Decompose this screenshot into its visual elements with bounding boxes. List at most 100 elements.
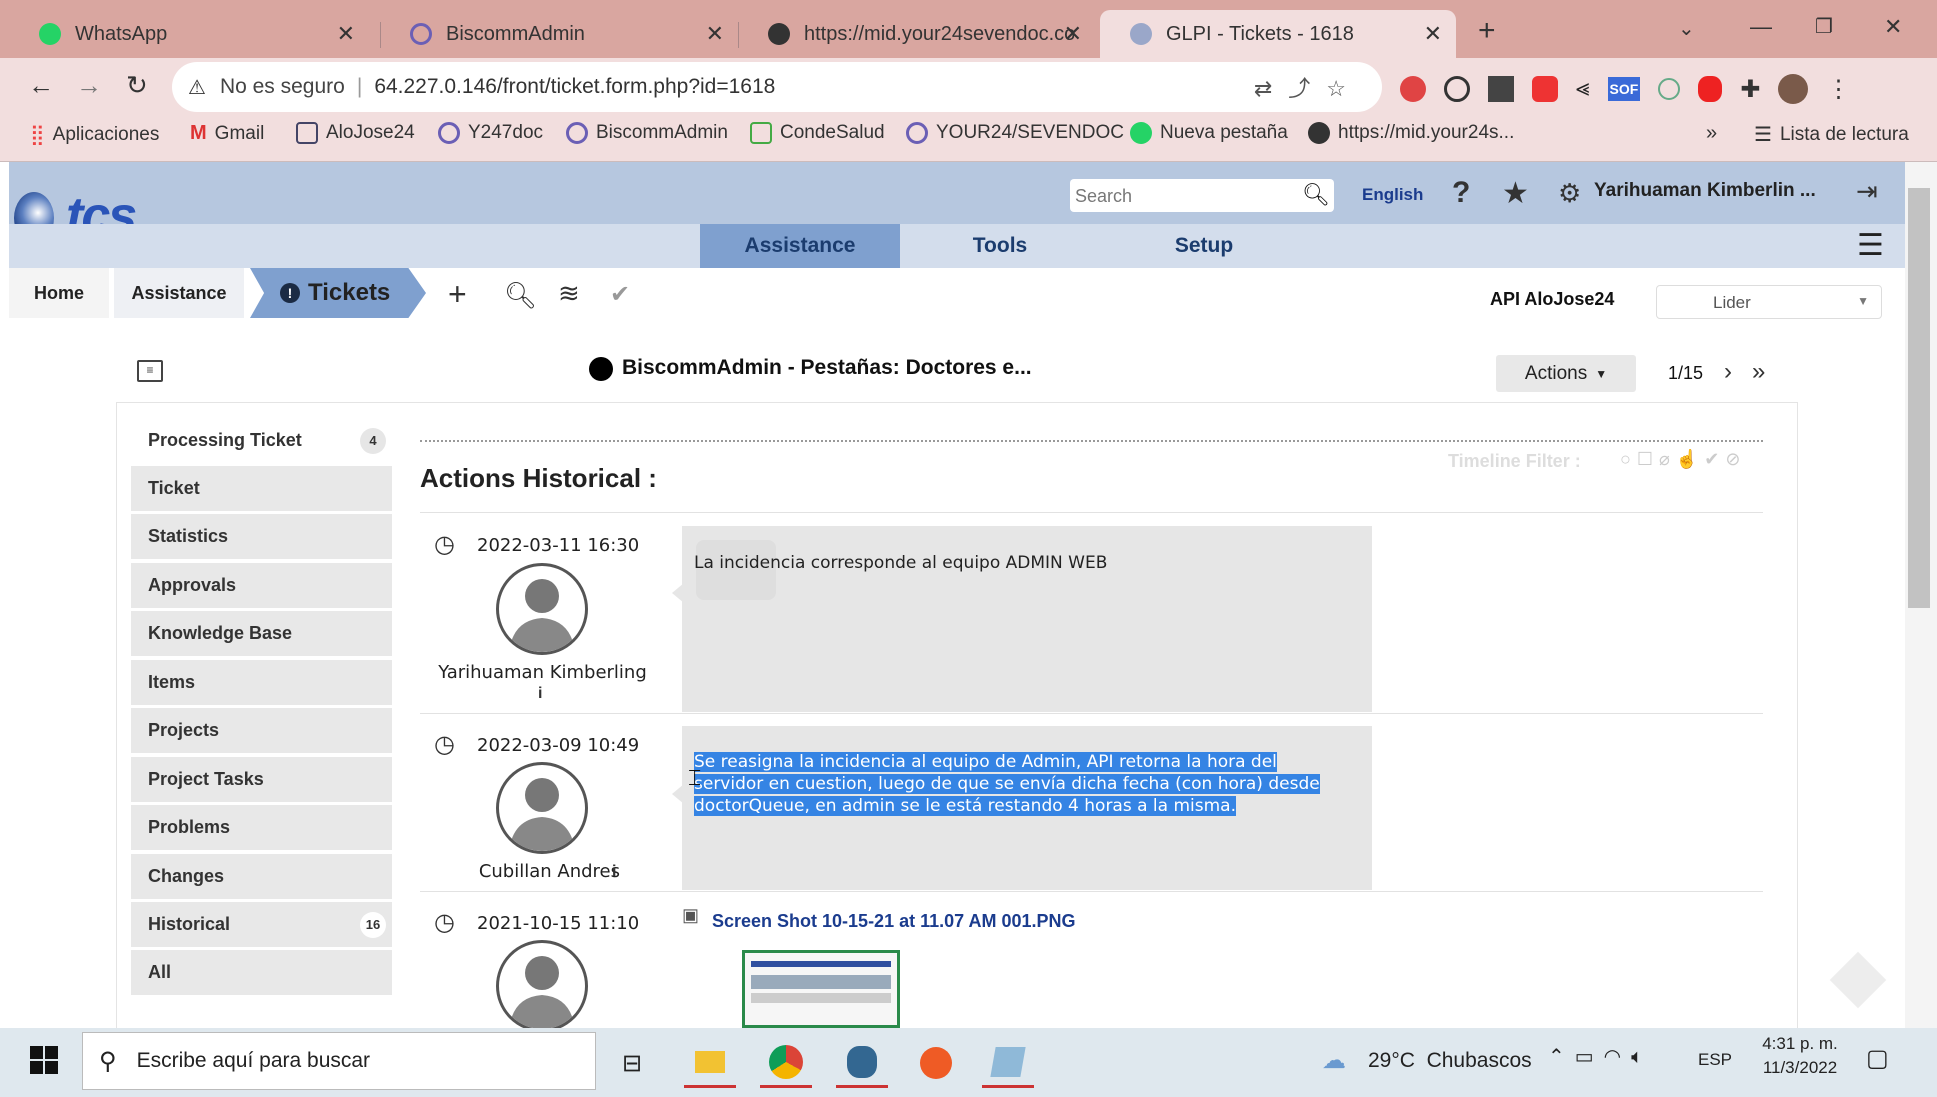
reload-icon[interactable]: ↻ <box>126 70 148 101</box>
sidebar-item-projects[interactable]: Projects <box>131 708 392 753</box>
reading-list[interactable]: ☰ Lista de lectura <box>1754 122 1909 147</box>
app-icon[interactable] <box>982 1038 1034 1088</box>
bookmark-nueva-pestana[interactable]: Nueva pestaña <box>1130 122 1288 144</box>
language-link[interactable]: English <box>1362 185 1423 205</box>
bookmark-alojose24[interactable]: AloJose24 <box>296 122 415 144</box>
postgres-icon[interactable] <box>836 1038 888 1088</box>
bookmarks-overflow[interactable]: » <box>1706 122 1717 145</box>
new-tab-icon[interactable]: + <box>1478 14 1496 48</box>
bookmark-gmail[interactable]: M Gmail <box>190 122 264 145</box>
profile-select[interactable]: Lider ▼ <box>1656 285 1882 319</box>
close-window-icon[interactable]: ✕ <box>1884 14 1902 40</box>
bookmark-your24[interactable]: YOUR24/SEVENDOC <box>906 122 1124 144</box>
add-ticket-icon[interactable]: + <box>448 276 467 313</box>
validation-check-icon[interactable]: ✔ <box>610 280 630 309</box>
extension-icon[interactable] <box>1658 78 1681 100</box>
extension-icon[interactable] <box>1400 76 1426 102</box>
menu-tools[interactable]: Tools <box>900 224 1100 268</box>
taskbar-search-input[interactable]: ⚲ Escribe aquí para buscar <box>82 1032 596 1090</box>
entry-author[interactable]: Cubillan Andres <box>450 861 620 882</box>
bookmark-condesalud[interactable]: CondeSalud <box>750 122 885 144</box>
menu-setup[interactable]: Setup <box>1104 224 1304 268</box>
favorites-star-icon[interactable]: ★ <box>1502 176 1529 211</box>
sidebar-item-project-tasks[interactable]: Project Tasks <box>131 757 392 802</box>
chrome-icon[interactable] <box>760 1038 812 1088</box>
close-tab-icon[interactable]: ✕ <box>337 21 355 47</box>
layers-icon[interactable]: ≋ <box>558 278 580 309</box>
attachment-link[interactable]: Screen Shot 10-15-21 at 11.07 AM 001.PNG <box>712 911 1076 932</box>
sidebar-item-problems[interactable]: Problems <box>131 805 392 850</box>
address-bar[interactable]: ⚠ No es seguro | 64.227.0.146/front/tick… <box>172 62 1382 112</box>
file-explorer-icon[interactable] <box>684 1038 736 1088</box>
global-search-input[interactable]: Search <box>1070 179 1334 212</box>
extension-icon[interactable]: ⪡ <box>1576 75 1590 103</box>
scrollbar-thumb[interactable] <box>1908 188 1930 608</box>
bookmark-biscommadmin[interactable]: BiscommAdmin <box>566 122 728 144</box>
input-language[interactable]: ESP <box>1698 1050 1732 1070</box>
current-user[interactable]: Yarihuaman Kimberlin ... <box>1594 180 1816 202</box>
task-view-icon[interactable]: ⊟ <box>606 1038 658 1088</box>
minimize-icon[interactable]: — <box>1750 14 1772 40</box>
adblock-icon[interactable] <box>1698 76 1723 102</box>
extension-icon[interactable] <box>1444 76 1470 102</box>
sidebar-item-knowledge-base[interactable]: Knowledge Base <box>131 611 392 656</box>
sidebar-item-all[interactable]: All <box>131 950 392 995</box>
breadcrumb-tickets[interactable]: ! Tickets <box>250 268 426 318</box>
active-entity[interactable]: API AloJose24 <box>1490 289 1614 310</box>
kebab-menu-icon[interactable]: ⋮ <box>1826 75 1850 104</box>
restore-icon[interactable]: ❐ <box>1815 14 1833 39</box>
address-actions-icon[interactable]: ⇄⤴☆ <box>1254 71 1362 103</box>
windows-start-icon[interactable] <box>30 1046 58 1074</box>
back-icon[interactable]: ← <box>28 70 54 101</box>
tab-mid[interactable]: https://mid.your24sevendoc.com ✕ <box>738 10 1096 58</box>
sidebar-item-statistics[interactable]: Statistics <box>131 514 392 559</box>
extension-icon[interactable] <box>1532 76 1558 102</box>
bookmark-mid[interactable]: https://mid.your24s... <box>1308 122 1514 144</box>
tray-icons[interactable]: ⌃▭◠🔈︎ <box>1548 1044 1653 1069</box>
notifications-icon[interactable]: ▢ <box>1866 1044 1889 1073</box>
entry-author[interactable]: Yarihuaman Kimberling <box>435 662 650 683</box>
breadcrumb-home[interactable]: Home <box>9 268 109 318</box>
last-icon[interactable]: » <box>1752 358 1765 386</box>
list-view-icon[interactable]: ≡ <box>137 360 163 382</box>
sidebar-item-ticket[interactable]: Ticket <box>131 466 392 511</box>
search-tickets-icon[interactable]: 🔍︎ <box>504 280 537 311</box>
sidebar-item-items[interactable]: Items <box>131 660 392 705</box>
close-tab-icon[interactable]: ✕ <box>1424 21 1442 47</box>
logout-icon[interactable]: ⇥ <box>1856 176 1878 207</box>
sidebar-item-changes[interactable]: Changes <box>131 854 392 899</box>
bookmark-apps[interactable]: ⣿ Aplicaciones <box>30 122 159 147</box>
tab-glpi[interactable]: GLPI - Tickets - 1618 ✕ <box>1100 10 1456 58</box>
hamburger-menu-icon[interactable]: ☰ <box>1857 228 1884 263</box>
search-icon[interactable]: 🔍︎ <box>1302 182 1330 208</box>
postman-icon[interactable] <box>910 1038 962 1088</box>
sidebar-item-historical[interactable]: Historical 16 <box>131 902 392 947</box>
next-icon[interactable]: › <box>1724 358 1732 386</box>
bookmark-y247doc[interactable]: Y247doc <box>438 122 543 144</box>
sidebar-item-approvals[interactable]: Approvals <box>131 563 392 608</box>
timeline-filter-icons[interactable]: ○☐⌀☝✔⊘ <box>1620 449 1746 470</box>
weather-text[interactable]: 29°C Chubascos <box>1368 1049 1532 1073</box>
puzzle-icon[interactable]: ✚ <box>1740 75 1760 104</box>
tab-whatsapp[interactable]: WhatsApp ✕ <box>9 10 369 58</box>
gear-icon[interactable]: ⚙ <box>1558 178 1581 209</box>
sof-icon[interactable]: SOF <box>1607 77 1641 101</box>
kanban-float-icon[interactable] <box>1829 951 1887 1009</box>
tab-biscommadmin[interactable]: BiscommAdmin ✕ <box>380 10 738 58</box>
help-icon[interactable]: ? <box>1452 176 1470 210</box>
menu-assistance[interactable]: Assistance <box>700 224 900 268</box>
selenium-icon[interactable] <box>1488 76 1514 102</box>
actions-button[interactable]: Actions ▼ <box>1496 355 1636 392</box>
forward-icon[interactable]: → <box>76 70 102 101</box>
info-icon[interactable]: i <box>612 863 616 881</box>
breadcrumb-assistance[interactable]: Assistance <box>114 268 244 318</box>
close-tab-icon[interactable]: ✕ <box>706 21 724 47</box>
attachment-thumbnail[interactable] <box>742 950 900 1028</box>
sidebar-item-processing-ticket[interactable]: Processing Ticket 4 <box>131 418 392 463</box>
clock[interactable]: 4:31 p. m. 11/3/2022 <box>1752 1034 1848 1078</box>
profile-avatar[interactable] <box>1778 74 1809 104</box>
mouse-cursor-icon: ⌶ <box>688 765 702 790</box>
info-icon[interactable]: i <box>538 685 542 703</box>
tab-search-icon[interactable]: ⌄ <box>1678 16 1695 41</box>
close-tab-icon[interactable]: ✕ <box>1064 21 1082 47</box>
